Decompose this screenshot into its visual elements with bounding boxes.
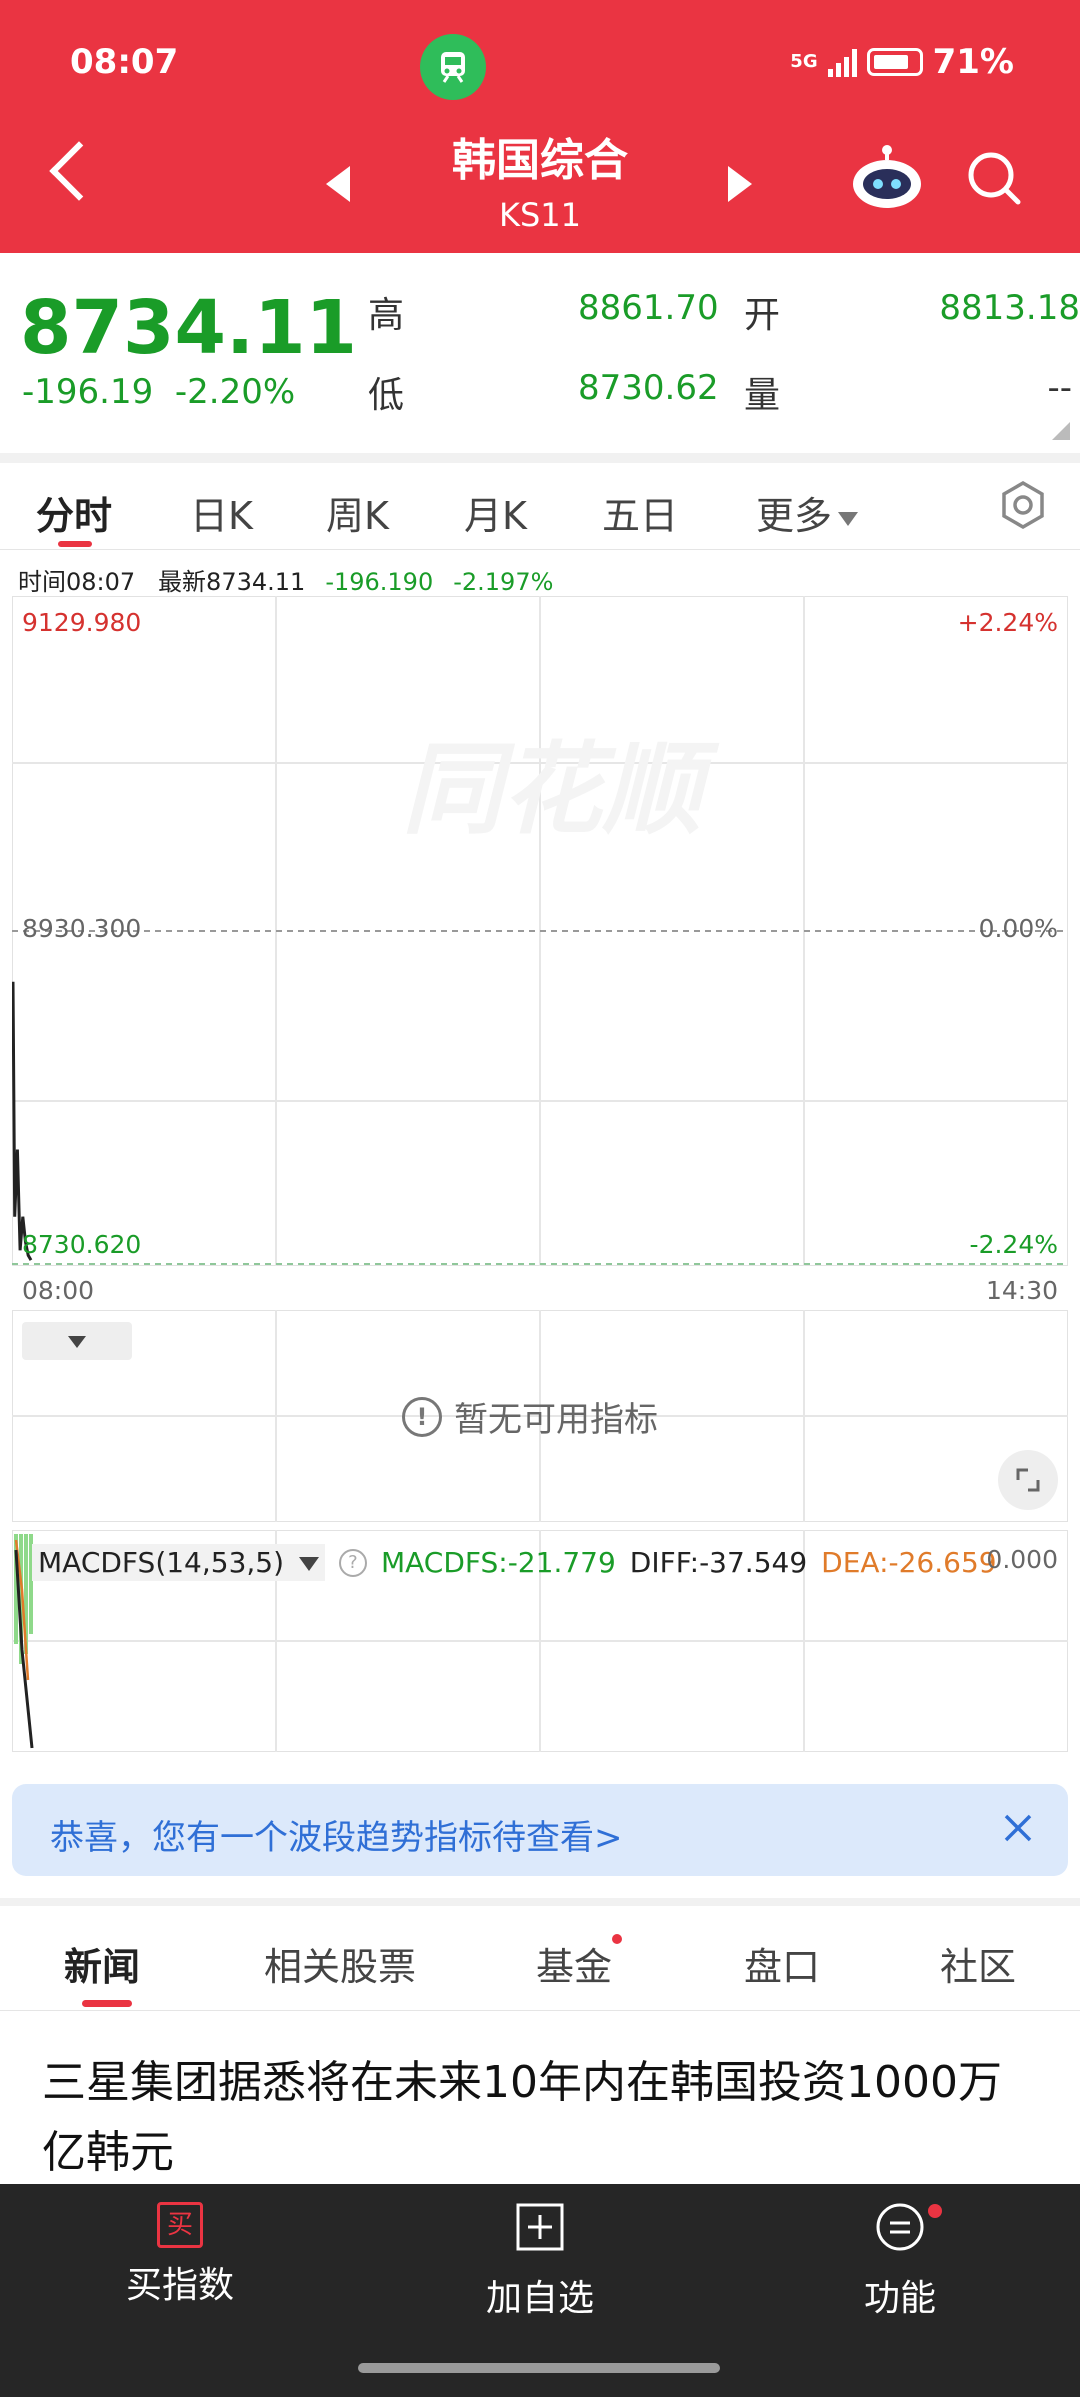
no-indicator-text: 暂无可用指标	[454, 1400, 658, 1440]
fullscreen-button[interactable]	[998, 1450, 1058, 1510]
back-icon[interactable]	[49, 141, 109, 201]
tab-news[interactable]: 新闻	[64, 1936, 140, 1991]
status-icons: 5G 71%	[790, 42, 1014, 82]
add-icon	[516, 2203, 564, 2251]
watermark: 同花顺	[402, 731, 720, 848]
help-icon[interactable]: ?	[338, 1548, 367, 1577]
info-time: 时间08:07	[18, 568, 136, 596]
macdfs-value: MACDFS:-21.779	[380, 1546, 616, 1579]
tab-intraday[interactable]: 分时	[36, 485, 112, 540]
settings-icon[interactable]	[998, 480, 1048, 530]
buy-index-label: 买指数	[125, 2265, 234, 2306]
tab-daily-k[interactable]: 日K	[190, 485, 253, 540]
add-watchlist-label: 加自选	[485, 2278, 594, 2319]
page-title: 韩国综合	[452, 135, 628, 186]
diff-value: DIFF:-37.549	[629, 1546, 808, 1579]
open-value: 8813.18	[939, 288, 1080, 328]
news-tabs: 新闻 相关股票 基金 盘口 社区	[0, 1906, 1080, 2011]
price-line	[12, 981, 33, 1261]
tab-more[interactable]: 更多	[756, 485, 859, 540]
dea-value: DEA:-26.659	[821, 1546, 997, 1579]
change-percent: -2.20%	[174, 372, 296, 412]
tab-monthly-k[interactable]: 月K	[464, 485, 527, 540]
close-icon[interactable]	[998, 1808, 1038, 1848]
robot-assistant-icon[interactable]	[848, 144, 926, 210]
low-label: 低	[368, 375, 405, 416]
info-percent: -2.197%	[453, 568, 554, 596]
tab-five-day[interactable]: 五日	[602, 485, 678, 540]
current-price: 8734.11	[20, 285, 358, 371]
divider	[0, 1898, 1080, 1906]
expand-corner-icon[interactable]	[1052, 422, 1070, 440]
macd-legend: MACDFS(14,53,5) ? MACDFS:-21.779 DIFF:-3…	[32, 1544, 997, 1581]
high-label: 高	[368, 295, 405, 336]
indicator-dropdown[interactable]	[22, 1322, 132, 1360]
tab-indicator	[58, 541, 92, 547]
x-tick-end: 14:30	[985, 1276, 1058, 1305]
macd-name: MACDFS(14,53,5)	[38, 1546, 285, 1579]
y-pct-bottom: -2.24%	[969, 1230, 1058, 1259]
no-indicator-message: ! 暂无可用指标	[402, 1392, 658, 1441]
network-label: 5G	[790, 51, 818, 72]
change-value: -196.19	[22, 372, 154, 412]
notification-dot	[612, 1934, 622, 1944]
banner-text: 恭喜，您有一个波段趋势指标待查看>	[50, 1818, 623, 1858]
volume-label: 量	[744, 375, 781, 416]
info-latest: 最新8734.11	[158, 568, 306, 596]
expand-icon	[1016, 1468, 1040, 1492]
y-pct-mid: 0.00%	[978, 914, 1058, 943]
train-icon[interactable]	[420, 34, 486, 100]
search-icon[interactable]	[966, 150, 1022, 206]
status-time: 08:07	[70, 42, 179, 82]
news-headline[interactable]: 三星集团据悉将在未来10年内在韩国投资1000万亿韩元	[42, 2048, 1042, 2188]
next-index-icon[interactable]	[728, 166, 752, 202]
info-change: -196.190	[325, 568, 434, 596]
high-value: 8861.70	[578, 288, 719, 328]
function-button[interactable]: 功能	[790, 2202, 1010, 2321]
chart-tabs: 分时 日K 周K 月K 五日 更多	[0, 463, 1080, 550]
chart-info-line: 时间08:07 最新8734.11 -196.190 -2.197%	[18, 562, 553, 597]
chevron-down-icon	[68, 1336, 86, 1348]
macd-selector[interactable]: MACDFS(14,53,5)	[32, 1544, 325, 1581]
x-tick-start: 08:00	[22, 1276, 95, 1305]
tab-weekly-k[interactable]: 周K	[326, 485, 389, 540]
macd-zero-label: 0.000	[986, 1545, 1058, 1574]
y-tick-mid: 8930.300	[22, 914, 142, 943]
y-tick-top: 9129.980	[22, 608, 142, 637]
battery-level: 71%	[932, 42, 1014, 82]
intraday-chart[interactable]: 同花顺	[12, 596, 1068, 1266]
tab-funds[interactable]: 基金	[536, 1936, 612, 1991]
tab-community[interactable]: 社区	[940, 1936, 1016, 1991]
buy-icon: 买	[157, 2202, 203, 2248]
info-icon: !	[402, 1396, 442, 1437]
divider	[0, 453, 1080, 463]
y-tick-bottom: 8730.620	[22, 1230, 142, 1259]
price-change: -196.19 -2.20%	[22, 372, 295, 412]
home-indicator[interactable]	[358, 2363, 720, 2373]
index-code: KS11	[498, 196, 581, 234]
open-label: 开	[744, 295, 781, 336]
menu-icon	[876, 2203, 924, 2251]
signal-icon	[827, 47, 857, 77]
buy-index-button[interactable]: 买 买指数	[70, 2202, 290, 2308]
y-pct-top: +2.24%	[957, 608, 1058, 637]
tab-indicator	[82, 2000, 132, 2007]
notification-dot	[928, 2204, 942, 2218]
tab-order-book[interactable]: 盘口	[744, 1936, 820, 1991]
low-value: 8730.62	[578, 368, 719, 408]
battery-icon	[866, 48, 923, 76]
volume-value: --	[1047, 368, 1072, 408]
promo-banner[interactable]: 恭喜，您有一个波段趋势指标待查看>	[12, 1784, 1068, 1876]
add-watchlist-button[interactable]: 加自选	[430, 2202, 650, 2321]
caret-down-icon	[298, 1557, 319, 1571]
tab-related-stocks[interactable]: 相关股票	[264, 1936, 416, 1991]
tab-more-label: 更多	[756, 494, 833, 538]
app-header: 08:07 5G 71% 韩国综合 KS11	[0, 0, 1080, 253]
caret-down-icon	[838, 511, 859, 526]
function-label: 功能	[863, 2278, 936, 2319]
